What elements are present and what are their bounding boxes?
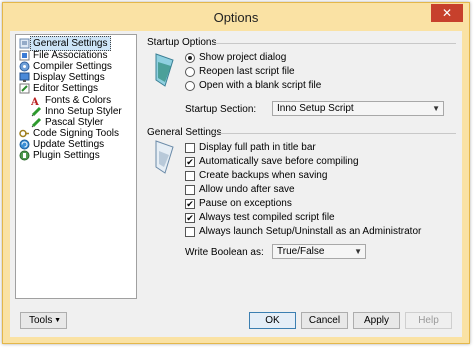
- apply-button[interactable]: Apply: [353, 312, 400, 329]
- radio-reopen-last-script[interactable]: Reopen last script file: [185, 65, 295, 78]
- tree-item-plugin-settings[interactable]: Plugin Settings: [19, 149, 100, 162]
- dialog-body: General Settings File Associations Compi…: [10, 31, 462, 337]
- check-always-test[interactable]: ✔ Always test compiled script file: [185, 211, 335, 224]
- checkbox-label: Always launch Setup/Uninstall as an Admi…: [199, 226, 422, 237]
- check-create-backups[interactable]: Create backups when saving: [185, 169, 327, 182]
- radio-button[interactable]: [185, 66, 195, 77]
- checkbox[interactable]: ✔: [185, 156, 195, 167]
- checkbox[interactable]: [185, 226, 195, 237]
- editor-icon: [19, 83, 30, 94]
- checkbox[interactable]: ✔: [185, 198, 195, 209]
- check-display-full-path[interactable]: Display full path in title bar: [185, 141, 316, 154]
- startup-section-label: Startup Section:: [185, 104, 257, 115]
- tools-button[interactable]: Tools ▼: [20, 312, 67, 329]
- checkbox-label: Display full path in title bar: [199, 142, 316, 153]
- window-title: Options: [213, 10, 259, 25]
- write-boolean-value: True/False: [277, 246, 325, 257]
- radio-label: Open with a blank script file: [199, 80, 322, 91]
- wizard-icon: [153, 52, 177, 88]
- close-button[interactable]: ✕: [431, 4, 463, 22]
- checkbox[interactable]: [185, 142, 195, 153]
- title-bar[interactable]: Options ✕: [3, 3, 469, 31]
- checkbox-label: Always test compiled script file: [199, 212, 335, 223]
- chevron-down-icon: ▼: [354, 247, 362, 256]
- divider: [214, 43, 456, 44]
- radio-button[interactable]: [185, 52, 195, 63]
- check-auto-save[interactable]: ✔ Automatically save before compiling: [185, 155, 359, 168]
- ok-button[interactable]: OK: [249, 312, 296, 329]
- tools-label: Tools: [29, 315, 53, 326]
- settings-wizard-icon: [153, 139, 177, 175]
- checkbox[interactable]: [185, 184, 195, 195]
- plugin-icon: [19, 150, 30, 161]
- startup-options-heading: Startup Options: [147, 37, 217, 48]
- help-button[interactable]: Help: [405, 312, 452, 329]
- write-boolean-select[interactable]: True/False ▼: [272, 244, 366, 259]
- options-window: Options ✕ General Settings File Associat…: [2, 2, 470, 344]
- startup-section-value: Inno Setup Script: [277, 103, 354, 114]
- radio-button[interactable]: [185, 80, 195, 91]
- checkbox-label: Automatically save before compiling: [199, 156, 359, 167]
- radio-open-blank-script[interactable]: Open with a blank script file: [185, 79, 321, 92]
- cancel-button[interactable]: Cancel: [301, 312, 348, 329]
- tree-item-label: Plugin Settings: [33, 150, 100, 161]
- write-boolean-label: Write Boolean as:: [185, 247, 264, 258]
- startup-section-select[interactable]: Inno Setup Script ▼: [272, 101, 444, 116]
- checkbox[interactable]: [185, 170, 195, 181]
- chevron-down-icon: ▼: [432, 104, 440, 113]
- checkbox-label: Create backups when saving: [199, 170, 328, 181]
- close-icon: ✕: [441, 6, 453, 20]
- check-allow-undo[interactable]: Allow undo after save: [185, 183, 295, 196]
- settings-tree[interactable]: General Settings File Associations Compi…: [15, 34, 137, 299]
- check-pause-on-exceptions[interactable]: ✔ Pause on exceptions: [185, 197, 292, 210]
- checkbox[interactable]: ✔: [185, 212, 195, 223]
- divider: [215, 133, 456, 134]
- check-launch-as-admin[interactable]: Always launch Setup/Uninstall as an Admi…: [185, 225, 421, 238]
- checkbox-label: Pause on exceptions: [199, 198, 292, 209]
- radio-label: Show project dialog: [199, 52, 287, 63]
- radio-show-project-dialog[interactable]: Show project dialog: [185, 51, 286, 64]
- checkbox-label: Allow undo after save: [199, 184, 295, 195]
- chevron-down-icon: ▼: [54, 317, 61, 324]
- radio-label: Reopen last script file: [199, 66, 295, 77]
- general-settings-heading: General Settings: [147, 127, 222, 138]
- settings-icon: [19, 38, 30, 49]
